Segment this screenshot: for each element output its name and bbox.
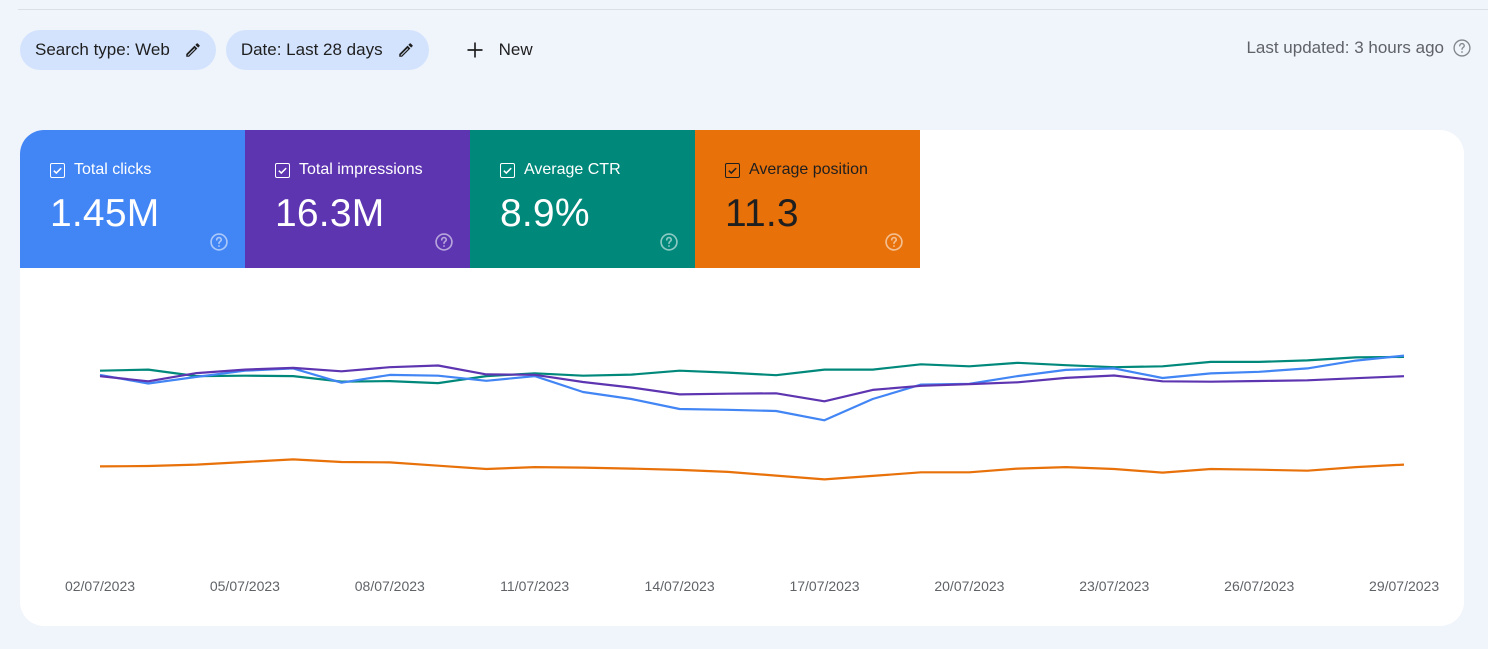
checkbox-checked-icon[interactable] bbox=[50, 162, 65, 178]
metric-value: 1.45M bbox=[50, 192, 160, 235]
metric-label: Average CTR bbox=[524, 161, 621, 178]
series-line-total-clicks bbox=[99, 354, 1405, 422]
checkbox-checked-icon[interactable] bbox=[275, 162, 290, 178]
x-tick-label: 05/07/2023 bbox=[210, 578, 280, 594]
chip-label: Date: Last 28 days bbox=[240, 40, 383, 59]
checkbox-checked-icon[interactable] bbox=[725, 162, 740, 178]
metric-total-impressions[interactable]: Total impressions 16.3M bbox=[245, 130, 470, 268]
pencil-icon bbox=[398, 43, 413, 57]
metric-value: 8.9% bbox=[500, 192, 590, 235]
x-tick-label: 14/07/2023 bbox=[645, 578, 715, 594]
x-tick-label: 23/07/2023 bbox=[1079, 578, 1149, 594]
help-circle-icon[interactable] bbox=[209, 232, 229, 252]
series-line-total-impressions bbox=[99, 364, 1405, 403]
performance-card: 02/07/2023 05/07/2023 08/07/2023 11/07/2023… bbox=[20, 130, 1464, 626]
metric-label: Total impressions bbox=[299, 161, 423, 178]
help-circle-icon[interactable] bbox=[884, 232, 904, 252]
help-circle-icon[interactable] bbox=[659, 232, 679, 252]
metric-label: Total clicks bbox=[74, 161, 152, 178]
metric-total-clicks[interactable]: Total clicks 1.45M bbox=[20, 130, 245, 268]
pencil-icon bbox=[186, 43, 200, 57]
metric-value: 11.3 bbox=[725, 192, 799, 235]
help-circle-icon[interactable] bbox=[1452, 38, 1472, 58]
x-tick-label: 08/07/2023 bbox=[355, 578, 425, 594]
date-filter-chip[interactable]: Date: Last 28 days bbox=[225, 30, 429, 70]
x-tick-label: 02/07/2023 bbox=[65, 578, 135, 594]
metric-average-ctr[interactable]: Average CTR 8.9% bbox=[470, 130, 695, 268]
metric-value: 16.3M bbox=[275, 192, 385, 235]
series-line-average-position bbox=[99, 458, 1405, 481]
metric-label: Average position bbox=[749, 161, 868, 178]
new-filter-button[interactable]: New bbox=[453, 30, 543, 70]
x-tick-label: 26/07/2023 bbox=[1224, 578, 1294, 594]
search-type-filter-chip[interactable]: Search type: Web bbox=[20, 30, 216, 70]
plus-icon bbox=[467, 42, 483, 58]
filter-toolbar: Search type: Web Date: Last 28 days New bbox=[20, 30, 543, 70]
metric-cards: Total clicks 1.45M Total impressions 16.… bbox=[20, 130, 920, 268]
last-updated: Last updated: 3 hours ago bbox=[1246, 38, 1472, 58]
x-tick-label: 17/07/2023 bbox=[789, 578, 859, 594]
x-tick-label: 29/07/2023 bbox=[1369, 578, 1439, 594]
x-tick-label: 20/07/2023 bbox=[934, 578, 1004, 594]
x-tick-label: 11/07/2023 bbox=[500, 578, 569, 594]
new-filter-label: New bbox=[498, 40, 533, 59]
top-divider bbox=[18, 9, 1488, 10]
chip-label: Search type: Web bbox=[35, 40, 170, 59]
metric-average-position[interactable]: Average position 11.3 bbox=[695, 130, 920, 268]
help-circle-icon[interactable] bbox=[434, 232, 454, 252]
checkbox-checked-icon[interactable] bbox=[500, 162, 515, 178]
last-updated-text: Last updated: 3 hours ago bbox=[1246, 38, 1444, 57]
